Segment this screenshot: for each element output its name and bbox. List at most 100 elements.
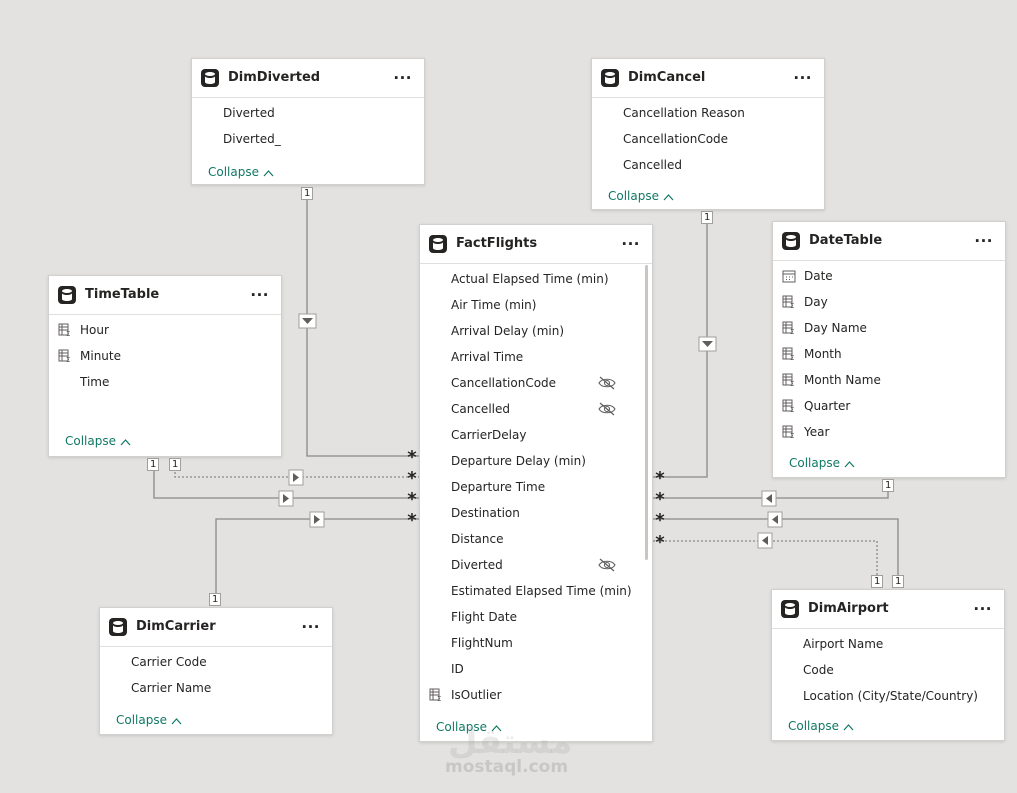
table-title: TimeTable <box>85 287 160 302</box>
rel-carrier-line <box>215 518 420 594</box>
field-row[interactable]: Cancelled <box>420 396 652 422</box>
field-row[interactable]: Estimated Elapsed Time (min) <box>420 578 652 604</box>
field-row[interactable]: CancellationCode <box>420 370 652 396</box>
field-row[interactable]: FlightNum <box>420 630 652 656</box>
cardinality-one-label: 1 <box>209 593 222 606</box>
calculated-column-icon: Σ <box>782 295 794 309</box>
calculated-column-icon: Σ <box>782 425 794 439</box>
database-icon <box>201 69 219 87</box>
chevron-up-icon <box>171 717 182 724</box>
field-row[interactable]: Σ IsOutlier <box>420 682 652 708</box>
field-row[interactable]: Distance <box>420 526 652 552</box>
field-name: Day Name <box>804 321 867 335</box>
table-header[interactable]: DimCancel ... <box>592 59 824 98</box>
cardinality-many-label: * <box>407 510 417 531</box>
svg-text:Σ: Σ <box>66 330 70 337</box>
chevron-up-icon <box>263 169 274 176</box>
field-row[interactable]: Departure Time <box>420 474 652 500</box>
field-row[interactable]: Cancelled <box>592 152 824 178</box>
svg-text:Σ: Σ <box>437 695 441 702</box>
field-row[interactable]: Σ Day Name <box>773 315 1005 341</box>
collapse-button[interactable]: Collapse <box>116 713 182 727</box>
svg-text:Σ: Σ <box>66 356 70 363</box>
calculated-column-icon: Σ <box>782 347 794 361</box>
field-row[interactable]: Σ Year <box>773 419 1005 445</box>
field-row[interactable]: Departure Delay (min) <box>420 448 652 474</box>
table-title: DimDiverted <box>228 70 321 85</box>
field-name: ID <box>451 662 464 676</box>
collapse-button[interactable]: Collapse <box>789 456 855 470</box>
field-name: Flight Date <box>451 610 517 624</box>
collapse-button[interactable]: Collapse <box>208 165 274 179</box>
field-row[interactable]: Arrival Delay (min) <box>420 318 652 344</box>
field-row[interactable]: Carrier Code <box>100 649 332 675</box>
table-title: DimAirport <box>808 601 889 616</box>
field-name: Diverted <box>223 106 275 120</box>
chevron-up-icon <box>663 193 674 200</box>
field-name: Location (City/State/Country) <box>803 689 978 703</box>
field-name: Arrival Delay (min) <box>451 324 565 338</box>
collapse-button[interactable]: Collapse <box>608 189 674 203</box>
hidden-eye-icon <box>598 558 616 572</box>
field-row[interactable]: Σ Minute <box>49 343 281 369</box>
more-options-icon[interactable]: ... <box>393 65 412 83</box>
field-name: Diverted <box>451 558 503 572</box>
field-row[interactable]: Σ Day <box>773 289 1005 315</box>
field-row[interactable]: Diverted <box>420 552 652 578</box>
field-name: Time <box>80 375 110 389</box>
table-card-dimdiverted[interactable]: DimDiverted ... Diverted Diverted_ Colla… <box>191 58 425 185</box>
field-row[interactable]: Location (City/State/Country) <box>772 683 1004 709</box>
table-header[interactable]: DateTable ... <box>773 222 1005 261</box>
field-row[interactable]: Arrival Time <box>420 344 652 370</box>
svg-text:Σ: Σ <box>790 406 794 413</box>
table-card-dimcarrier[interactable]: DimCarrier ... Carrier Code Carrier Name… <box>99 607 333 735</box>
hidden-eye-icon <box>598 402 616 416</box>
table-card-timetable[interactable]: TimeTable ... Σ Hour Σ Minute Time Colla… <box>48 275 282 457</box>
more-options-icon[interactable]: ... <box>974 228 993 246</box>
collapse-button[interactable]: Collapse <box>65 434 131 448</box>
field-row[interactable]: Airport Name <box>772 631 1004 657</box>
more-options-icon[interactable]: ... <box>793 65 812 83</box>
more-options-icon[interactable]: ... <box>250 282 269 300</box>
cardinality-many-label: * <box>407 447 417 468</box>
field-row[interactable]: Σ Month <box>773 341 1005 367</box>
table-card-factflights[interactable]: FactFlights ... Actual Elapsed Time (min… <box>419 224 653 742</box>
field-name: Date <box>804 269 833 283</box>
database-icon <box>782 232 800 250</box>
field-row[interactable]: ID <box>420 656 652 682</box>
table-header[interactable]: DimAirport ... <box>772 590 1004 629</box>
field-row[interactable]: Σ Month Name <box>773 367 1005 393</box>
collapse-button[interactable]: Collapse <box>788 719 854 733</box>
field-row[interactable]: CancellationCode <box>592 126 824 152</box>
field-row[interactable]: Diverted <box>192 100 424 126</box>
field-row[interactable]: Σ Hour <box>49 317 281 343</box>
table-header[interactable]: FactFlights ... <box>420 225 652 264</box>
field-row[interactable]: Time <box>49 369 281 395</box>
field-row[interactable]: Flight Date <box>420 604 652 630</box>
watermark-logo: مستقل <box>448 722 573 762</box>
cardinality-many-label: * <box>407 489 417 510</box>
table-card-dimairport[interactable]: DimAirport ... Airport Name Code Locatio… <box>771 589 1005 741</box>
field-row[interactable]: Carrier Name <box>100 675 332 701</box>
field-row[interactable]: Air Time (min) <box>420 292 652 318</box>
field-row[interactable]: Destination <box>420 500 652 526</box>
cardinality-many-label: * <box>655 532 665 553</box>
table-header[interactable]: TimeTable ... <box>49 276 281 315</box>
field-row[interactable]: Σ Quarter <box>773 393 1005 419</box>
field-name: Actual Elapsed Time (min) <box>451 272 609 286</box>
field-row[interactable]: Date <box>773 263 1005 289</box>
cardinality-many-label: * <box>655 468 665 489</box>
field-row[interactable]: CarrierDelay <box>420 422 652 448</box>
field-row[interactable]: Code <box>772 657 1004 683</box>
table-header[interactable]: DimCarrier ... <box>100 608 332 647</box>
more-options-icon[interactable]: ... <box>621 231 640 249</box>
field-row[interactable]: Diverted_ <box>192 126 424 152</box>
table-header[interactable]: DimDiverted ... <box>192 59 424 98</box>
table-card-dimcancel[interactable]: DimCancel ... Cancellation Reason Cancel… <box>591 58 825 210</box>
more-options-icon[interactable]: ... <box>973 596 992 614</box>
table-card-datetable[interactable]: DateTable ... Date Σ Day Σ Day Name Σ Mo… <box>772 221 1006 478</box>
field-row[interactable]: Actual Elapsed Time (min) <box>420 266 652 292</box>
more-options-icon[interactable]: ... <box>301 614 320 632</box>
field-name: Code <box>803 663 834 677</box>
field-row[interactable]: Cancellation Reason <box>592 100 824 126</box>
